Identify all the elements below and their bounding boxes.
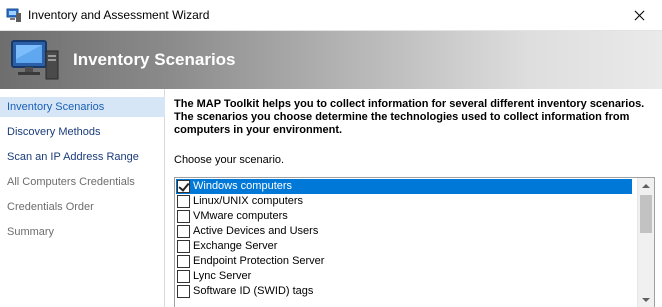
nav-step-all-computers-credentials: All Computers Credentials (7, 176, 135, 188)
checkbox[interactable] (177, 270, 190, 283)
scenario-item-active-devices[interactable]: Active Devices and Users (176, 224, 632, 239)
nav-step-credentials-order: Credentials Order (7, 201, 94, 213)
scenario-prompt: Choose your scenario. (174, 154, 285, 166)
scroll-down-icon[interactable] (638, 291, 654, 307)
header-banner: Inventory Scenarios (0, 31, 662, 89)
scenario-label: Linux/UNIX computers (193, 195, 304, 207)
scroll-up-icon[interactable] (638, 178, 654, 195)
scenario-label: Windows computers (193, 180, 293, 192)
checkbox[interactable] (177, 240, 190, 253)
scenario-label: Endpoint Protection Server (193, 255, 325, 267)
window-title: Inventory and Assessment Wizard (28, 8, 210, 22)
nav-step-summary: Summary (7, 226, 55, 238)
computer-icon (8, 37, 62, 83)
scenario-item-endpoint-protection[interactable]: Endpoint Protection Server (176, 254, 632, 269)
scrollbar-thumb[interactable] (640, 195, 652, 233)
title-bar: Inventory and Assessment Wizard (0, 0, 662, 31)
scenario-list[interactable]: Windows computers Linux/UNIX computers V… (174, 177, 655, 307)
checkbox[interactable] (177, 210, 190, 223)
intro-text: The MAP Toolkit helps you to collect inf… (174, 98, 645, 136)
nav-step-discovery-methods[interactable]: Discovery Methods (0, 122, 165, 142)
checkbox-checked[interactable] (177, 180, 190, 193)
scenario-label: Exchange Server (193, 240, 278, 252)
main-panel: The MAP Toolkit helps you to collect inf… (166, 89, 662, 307)
checkbox[interactable] (177, 285, 190, 298)
list-scrollbar[interactable] (637, 178, 654, 307)
checkbox[interactable] (177, 195, 190, 208)
scenario-item-vmware[interactable]: VMware computers (176, 209, 632, 224)
scenario-label: Software ID (SWID) tags (193, 285, 314, 297)
checkbox[interactable] (177, 255, 190, 268)
scenario-label: Active Devices and Users (193, 225, 319, 237)
scenario-label: VMware computers (193, 210, 288, 222)
nav-step-inventory-scenarios[interactable]: Inventory Scenarios (0, 97, 165, 117)
close-icon[interactable] (616, 0, 662, 31)
scenario-item-windows[interactable]: Windows computers (176, 179, 632, 194)
scenario-item-exchange[interactable]: Exchange Server (176, 239, 632, 254)
nav-step-scan-ip-range[interactable]: Scan an IP Address Range (0, 147, 165, 167)
wizard-step-nav: Inventory Scenarios Discovery Methods Sc… (0, 89, 165, 307)
scenario-label: Lync Server (193, 270, 252, 282)
scenario-item-linux-unix[interactable]: Linux/UNIX computers (176, 194, 632, 209)
scenario-item-swid[interactable]: Software ID (SWID) tags (176, 284, 632, 299)
wizard-app-icon (6, 7, 22, 23)
page-heading: Inventory Scenarios (73, 50, 236, 69)
checkbox[interactable] (177, 225, 190, 238)
scenario-item-lync[interactable]: Lync Server (176, 269, 632, 284)
